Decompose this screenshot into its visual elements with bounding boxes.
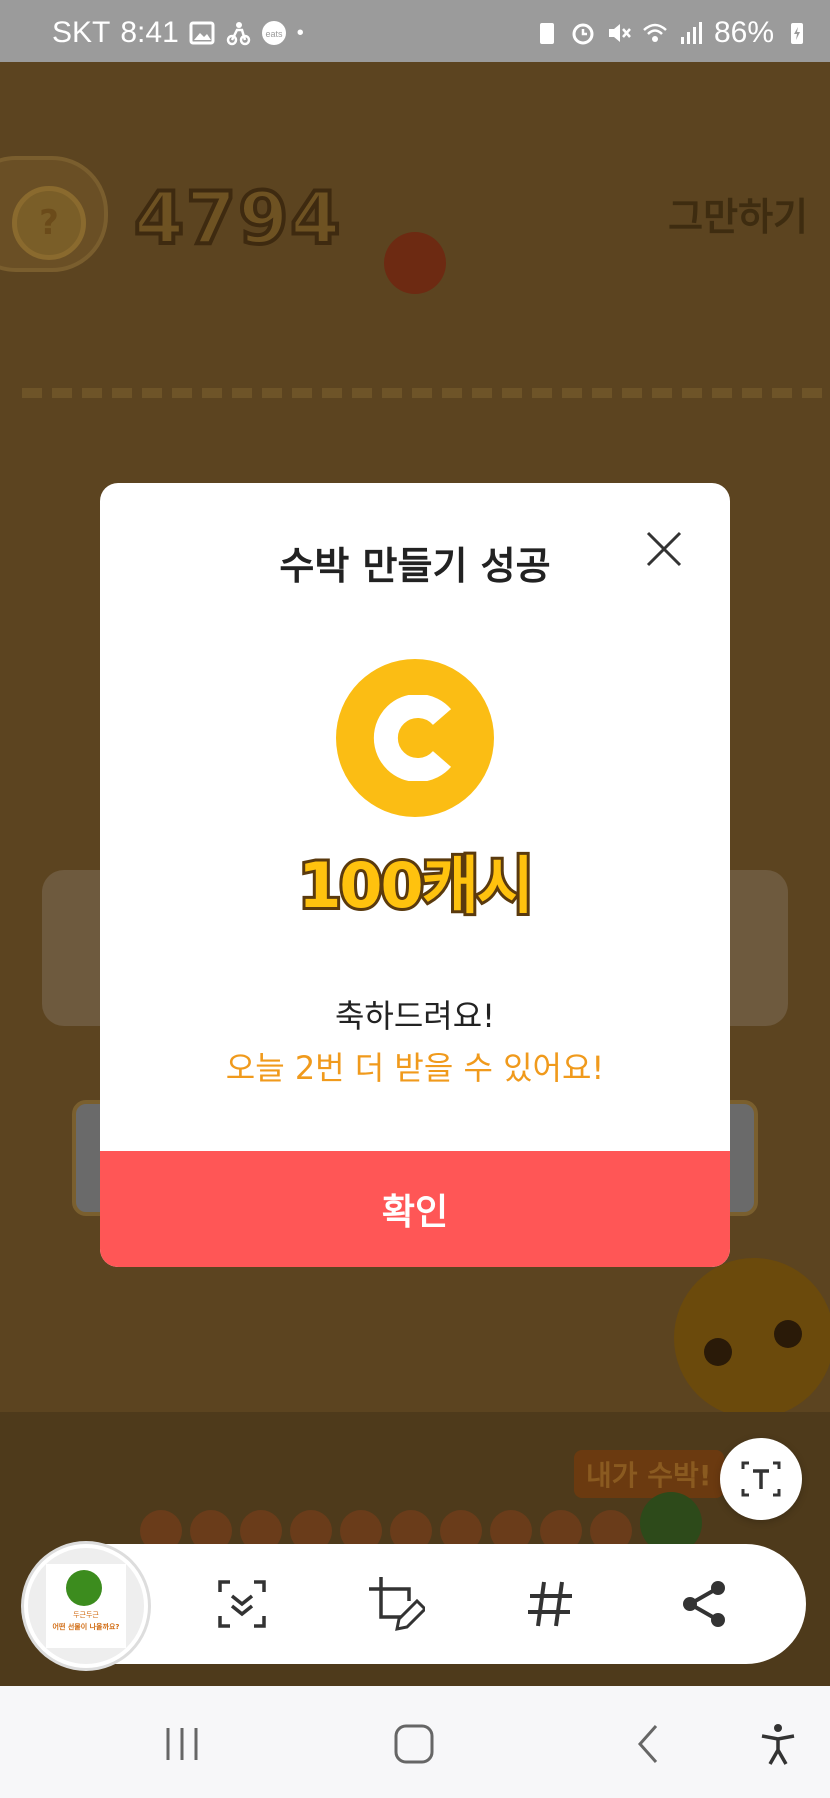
svg-text:eats: eats	[265, 29, 283, 39]
watermelon-icon	[66, 1570, 102, 1606]
coupang-eats-icon: eats	[261, 21, 286, 45]
thumbnail-preview: 두근두근 어떤 선물이 나올까요?	[46, 1564, 126, 1648]
recent-apps-button[interactable]	[154, 1716, 210, 1772]
dot-icon: •	[296, 21, 304, 44]
coin-icon	[336, 659, 494, 817]
limit-line	[22, 388, 822, 398]
battery-icon	[791, 23, 803, 44]
cash-c-icon	[373, 695, 452, 781]
text-extract-button[interactable]	[720, 1438, 802, 1520]
back-icon	[637, 1725, 658, 1763]
thumbnail-caption: 두근두근	[73, 1611, 99, 1619]
text-extract-icon	[741, 1461, 781, 1497]
crop-edit-icon	[369, 1577, 425, 1631]
navigation-bar	[0, 1686, 830, 1798]
hashtag-button[interactable]	[518, 1572, 582, 1636]
score-display: 4794	[132, 174, 343, 262]
accessibility-button[interactable]	[750, 1716, 806, 1772]
help-button[interactable]: ?	[12, 186, 86, 260]
big-fruit	[674, 1258, 830, 1418]
status-right: 86%	[534, 16, 810, 50]
delivery-rider-icon	[226, 22, 250, 46]
back-button[interactable]	[620, 1716, 676, 1772]
quit-button[interactable]: 그만하기	[668, 186, 808, 241]
scroll-capture-button[interactable]	[210, 1572, 274, 1636]
screenshot-thumbnail[interactable]: 두근두근 어떤 선물이 나올까요?	[24, 1544, 148, 1668]
remaining-text: 오늘 2번 더 받을 수 있어요!	[225, 1049, 605, 1087]
home-icon	[394, 1724, 434, 1764]
speech-bubble: 내가 수박!	[574, 1450, 724, 1498]
reward-amount: 100캐시	[295, 846, 537, 925]
dropping-fruit	[384, 232, 446, 294]
home-button[interactable]	[386, 1716, 442, 1772]
accessibility-icon	[761, 1724, 795, 1765]
alarm-icon	[572, 23, 594, 45]
signal-icon	[680, 22, 702, 44]
thumbnail-caption: 어떤 선물이 나올까요?	[52, 1623, 120, 1631]
fruit-eye	[774, 1320, 802, 1348]
recent-apps-icon	[166, 1728, 198, 1760]
scroll-capture-icon	[218, 1580, 266, 1628]
fruit-eye	[704, 1338, 732, 1366]
screenshot-toolbar: 두근두근 어떤 선물이 나올까요?	[22, 1544, 806, 1668]
dialog-title: 수박 만들기 성공	[279, 544, 551, 588]
clock: 8:41	[120, 16, 179, 49]
battery-saver-icon	[539, 23, 554, 44]
close-icon[interactable]	[646, 531, 682, 567]
share-button[interactable]	[672, 1572, 736, 1636]
share-icon	[683, 1581, 725, 1627]
carrier-label: SKT	[52, 16, 111, 49]
battery-percent: 86%	[713, 16, 774, 49]
hashtag-icon	[528, 1581, 572, 1627]
confirm-button[interactable]: 확인	[100, 1151, 730, 1267]
congrats-text: 축하드려요!	[334, 997, 496, 1035]
mute-icon	[608, 24, 631, 42]
status-left: SKT 8:41 eats •	[52, 16, 304, 50]
status-bar: SKT 8:41 eats • 86%	[0, 0, 830, 62]
gallery-icon	[189, 21, 215, 45]
wifi-icon	[643, 23, 667, 42]
crop-edit-button[interactable]	[364, 1572, 428, 1636]
success-dialog: 수박 만들기 성공 100캐시 축하드려요! 오늘 2번 더 받을 수 있어요!…	[100, 483, 730, 1267]
